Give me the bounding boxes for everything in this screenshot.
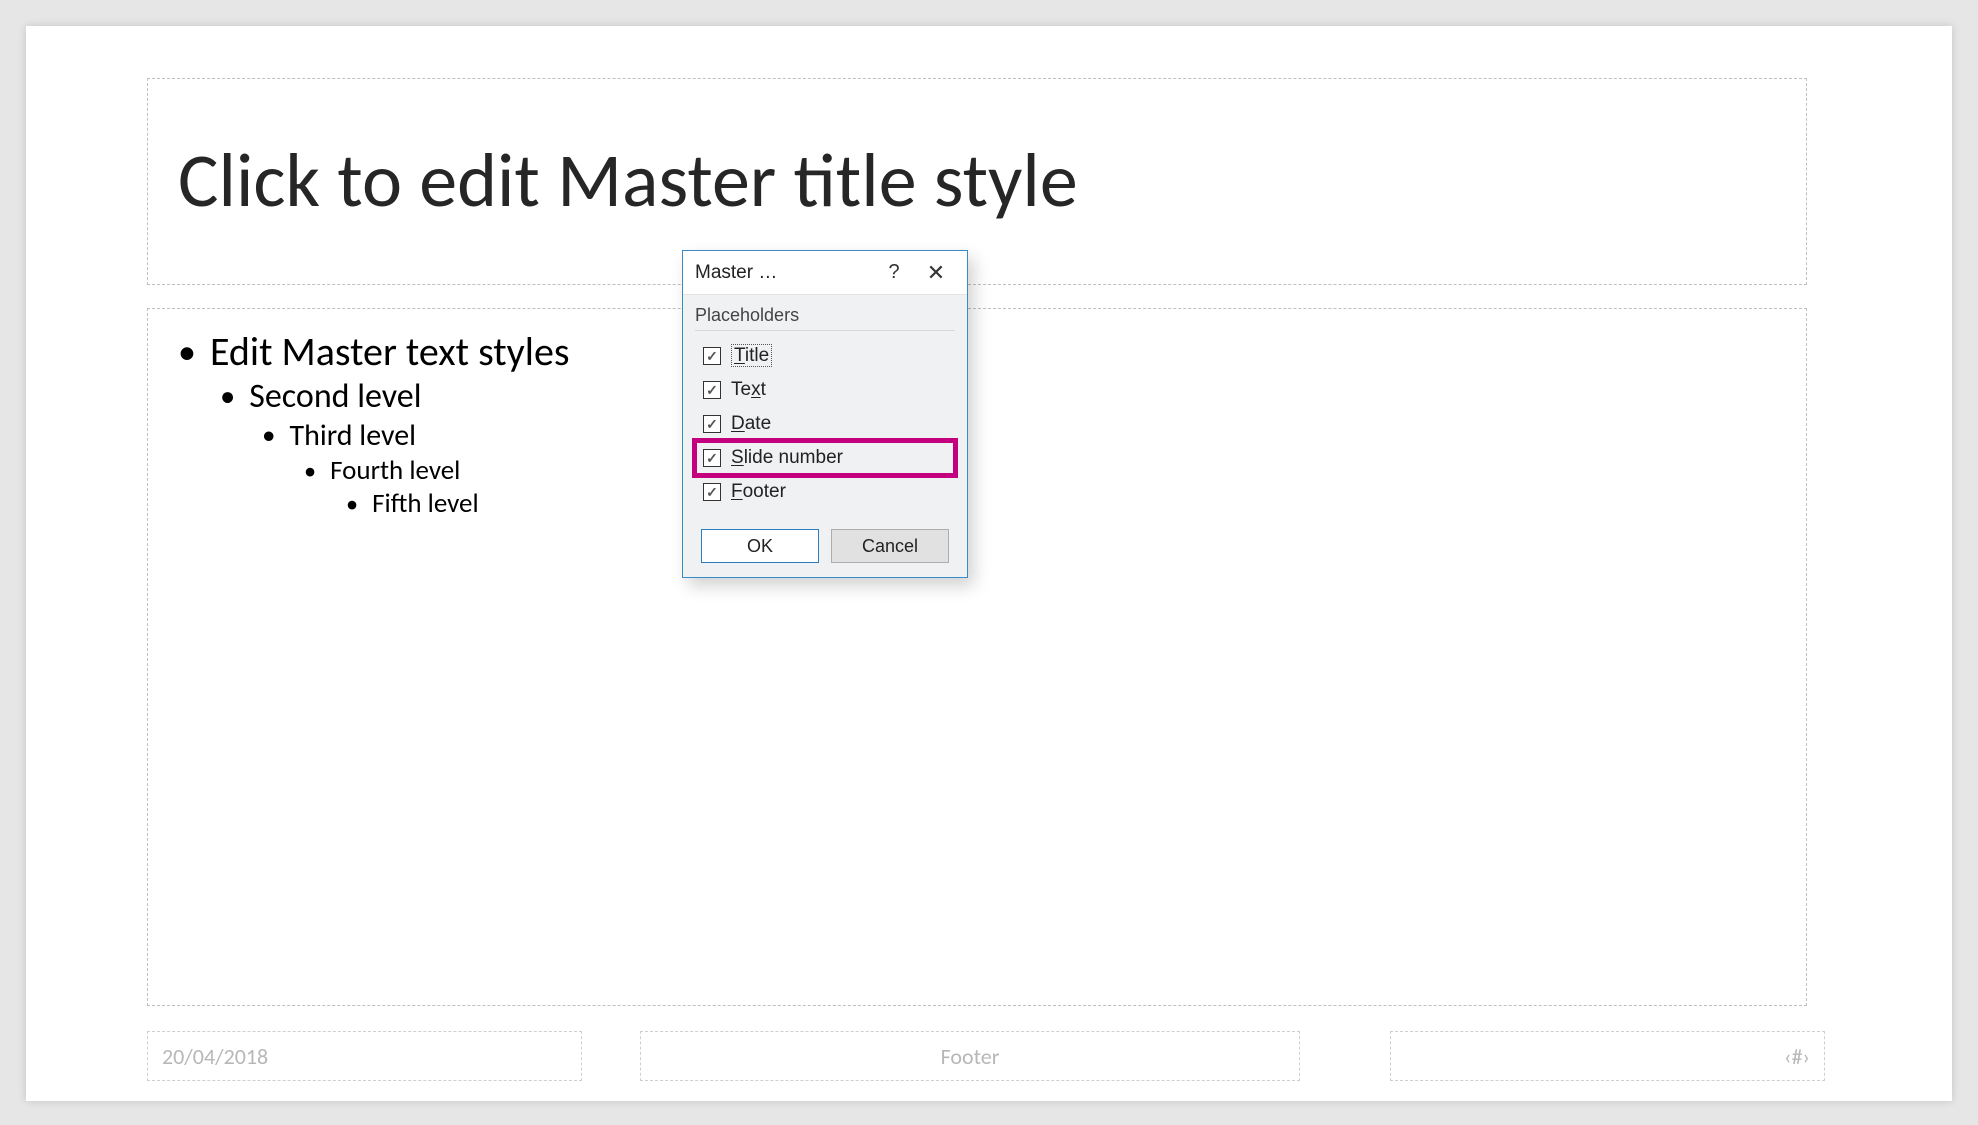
- checkmark-icon: [703, 381, 721, 399]
- checkbox-date[interactable]: Date: [695, 407, 955, 441]
- checkmark-icon: [703, 483, 721, 501]
- ok-button[interactable]: OK: [701, 529, 819, 563]
- title-placeholder[interactable]: Click to edit Master title style: [147, 78, 1807, 285]
- checkmark-icon: [703, 415, 721, 433]
- title-text: Click to edit Master title style: [178, 142, 1078, 222]
- checkbox-label: Title: [731, 345, 772, 367]
- checkbox-title[interactable]: Title: [695, 339, 955, 373]
- dialog-button-row: OK Cancel: [683, 517, 967, 577]
- checkbox-label: Text: [731, 379, 766, 401]
- cancel-button[interactable]: Cancel: [831, 529, 949, 563]
- body-level-4: Fourth level: [330, 454, 460, 487]
- dialog-close-button[interactable]: ✕: [915, 253, 957, 293]
- slide-canvas: Click to edit Master title style Edit Ma…: [26, 26, 1952, 1101]
- body-level-5: Fifth level: [372, 487, 479, 520]
- help-icon: ?: [888, 261, 899, 284]
- master-layout-dialog: Master Lay... ? ✕ Placeholders Title Tex…: [682, 250, 968, 578]
- dialog-body: Placeholders Title Text Date Slide numbe…: [683, 295, 967, 517]
- body-level-2: Second level: [249, 376, 421, 417]
- slide-number-text: ‹#›: [1784, 1043, 1810, 1070]
- body-level-1: Edit Master text styles: [210, 327, 570, 376]
- dialog-title: Master Lay...: [695, 262, 784, 284]
- checkbox-footer[interactable]: Footer: [695, 475, 955, 509]
- dialog-titlebar[interactable]: Master Lay... ? ✕: [683, 251, 967, 295]
- ok-label: OK: [747, 536, 773, 557]
- checkbox-label: Date: [731, 413, 771, 435]
- body-placeholder[interactable]: Edit Master text styles Second level Thi…: [147, 308, 1807, 1006]
- placeholders-group-label: Placeholders: [695, 305, 955, 331]
- checkbox-label: Slide number: [731, 447, 843, 469]
- footer-placeholder[interactable]: Footer: [640, 1031, 1300, 1081]
- date-text: 20/04/2018: [162, 1043, 268, 1070]
- slide-number-placeholder[interactable]: ‹#›: [1390, 1031, 1825, 1081]
- checkbox-label: Footer: [731, 481, 786, 503]
- checkbox-slide-number[interactable]: Slide number: [695, 441, 955, 475]
- checkmark-icon: [703, 449, 721, 467]
- checkmark-icon: [703, 347, 721, 365]
- body-text-levels: Edit Master text styles Second level Thi…: [178, 327, 1776, 520]
- date-placeholder[interactable]: 20/04/2018: [147, 1031, 582, 1081]
- dialog-help-button[interactable]: ?: [873, 253, 915, 293]
- close-icon: ✕: [927, 260, 945, 286]
- cancel-label: Cancel: [862, 536, 918, 557]
- body-level-3: Third level: [289, 417, 416, 454]
- checkbox-text[interactable]: Text: [695, 373, 955, 407]
- footer-text: Footer: [941, 1043, 1000, 1070]
